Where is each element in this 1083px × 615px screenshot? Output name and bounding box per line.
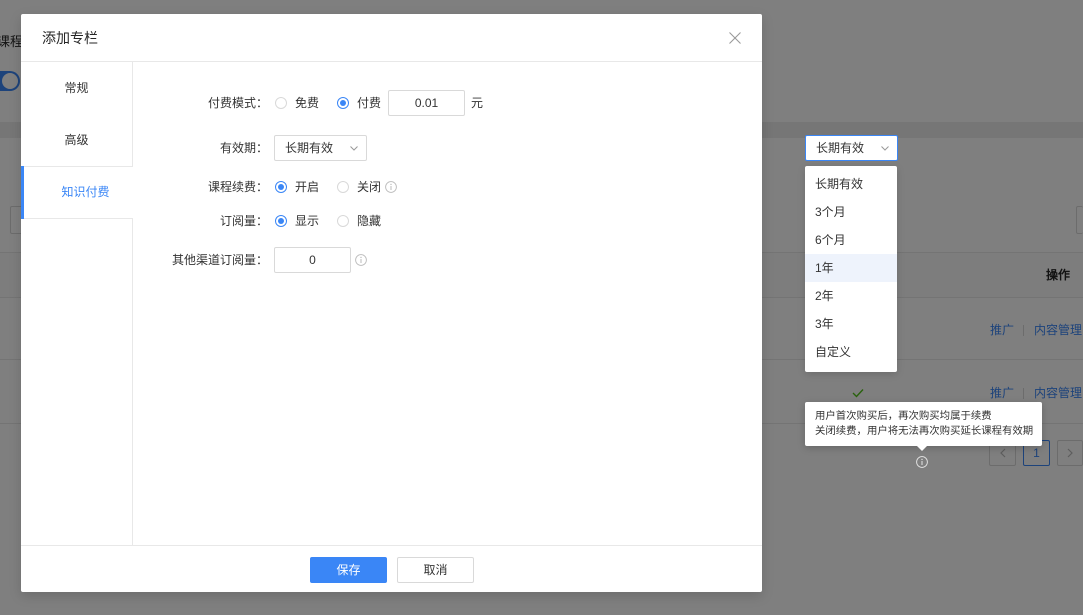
tooltip-arrow	[917, 446, 927, 451]
form-row-renewal: 课程续费： 开启 关闭	[21, 174, 762, 200]
info-icon[interactable]	[916, 456, 928, 468]
chevron-down-icon	[881, 146, 889, 151]
dropdown-option[interactable]: 长期有效	[805, 170, 897, 198]
validity-select[interactable]: 长期有效	[274, 135, 367, 161]
tooltip-line: 用户首次购买后，再次购买均属于续费	[815, 411, 992, 422]
save-button[interactable]: 保存	[310, 557, 387, 583]
cancel-button[interactable]: 取消	[397, 557, 474, 583]
modal-header: 添加专栏	[21, 14, 762, 62]
dropdown-option[interactable]: 自定义	[805, 338, 897, 366]
dropdown-option[interactable]: 1年	[805, 254, 897, 282]
subscription-show-radio[interactable]	[275, 215, 287, 227]
info-icon[interactable]	[355, 254, 367, 266]
price-unit: 元	[471, 96, 484, 110]
validity-label: 有效期：	[219, 141, 268, 155]
validity-select-value: 长期有效	[816, 141, 865, 155]
cancel-button-label: 取消	[423, 563, 448, 577]
form-row-other-channel-subscriptions: 其他渠道订阅量：	[21, 247, 762, 273]
validity-select-value: 长期有效	[285, 141, 334, 155]
dropdown-option[interactable]: 2年	[805, 282, 897, 310]
pay-mode-paid-radio[interactable]	[337, 97, 349, 109]
modal-footer: 保存 取消	[21, 545, 762, 592]
other-channel-subscriptions-label: 其他渠道订阅量：	[171, 253, 268, 267]
chevron-down-icon	[350, 146, 358, 151]
renewal-tooltip: 用户首次购买后，再次购买均属于续费 关闭续费，用户将无法再次购买延长课程有效期	[805, 402, 1042, 451]
subscription-hide-radio[interactable]	[337, 215, 349, 227]
validity-select-open[interactable]: 长期有效	[805, 135, 898, 161]
subscription-hide-label[interactable]: 隐藏	[357, 208, 381, 234]
dropdown-option[interactable]: 3个月	[805, 198, 897, 226]
pay-mode-label: 付费模式：	[207, 96, 268, 110]
other-channel-subscriptions-input[interactable]	[274, 247, 351, 273]
renewal-off-radio[interactable]	[337, 181, 349, 193]
subscription-count-label: 订阅量：	[219, 214, 268, 228]
renewal-label: 课程续费：	[207, 180, 268, 194]
pay-mode-free-radio[interactable]	[275, 97, 287, 109]
renewal-on-radio[interactable]	[275, 181, 287, 193]
renewal-off-label[interactable]: 关闭	[357, 174, 381, 200]
modal-title: 添加专栏	[42, 30, 98, 46]
price-input[interactable]	[388, 90, 465, 116]
add-column-modal: 添加专栏 常规 高级 知识付费 付费模式： 免费 付费 元 有效期： 长期有效	[21, 14, 762, 592]
tooltip-line: 关闭续费，用户将无法再次购买延长课程有效期	[815, 426, 1034, 437]
dropdown-option[interactable]: 3年	[805, 310, 897, 338]
close-icon[interactable]	[729, 32, 741, 44]
form-row-pay-mode: 付费模式： 免费 付费 元	[21, 90, 762, 116]
form-row-validity: 有效期： 长期有效	[21, 135, 762, 161]
dropdown-option[interactable]: 6个月	[805, 226, 897, 254]
subscription-show-label[interactable]: 显示	[295, 208, 319, 234]
pay-mode-paid-label[interactable]: 付费	[357, 90, 381, 116]
pay-mode-free-label[interactable]: 免费	[295, 90, 319, 116]
save-button-label: 保存	[336, 563, 361, 577]
info-icon[interactable]	[385, 181, 397, 193]
form-row-subscription-count: 订阅量： 显示 隐藏	[21, 208, 762, 234]
validity-dropdown-menu: 长期有效 3个月 6个月 1年 2年 3年 自定义	[805, 166, 897, 372]
renewal-on-label[interactable]: 开启	[295, 174, 319, 200]
